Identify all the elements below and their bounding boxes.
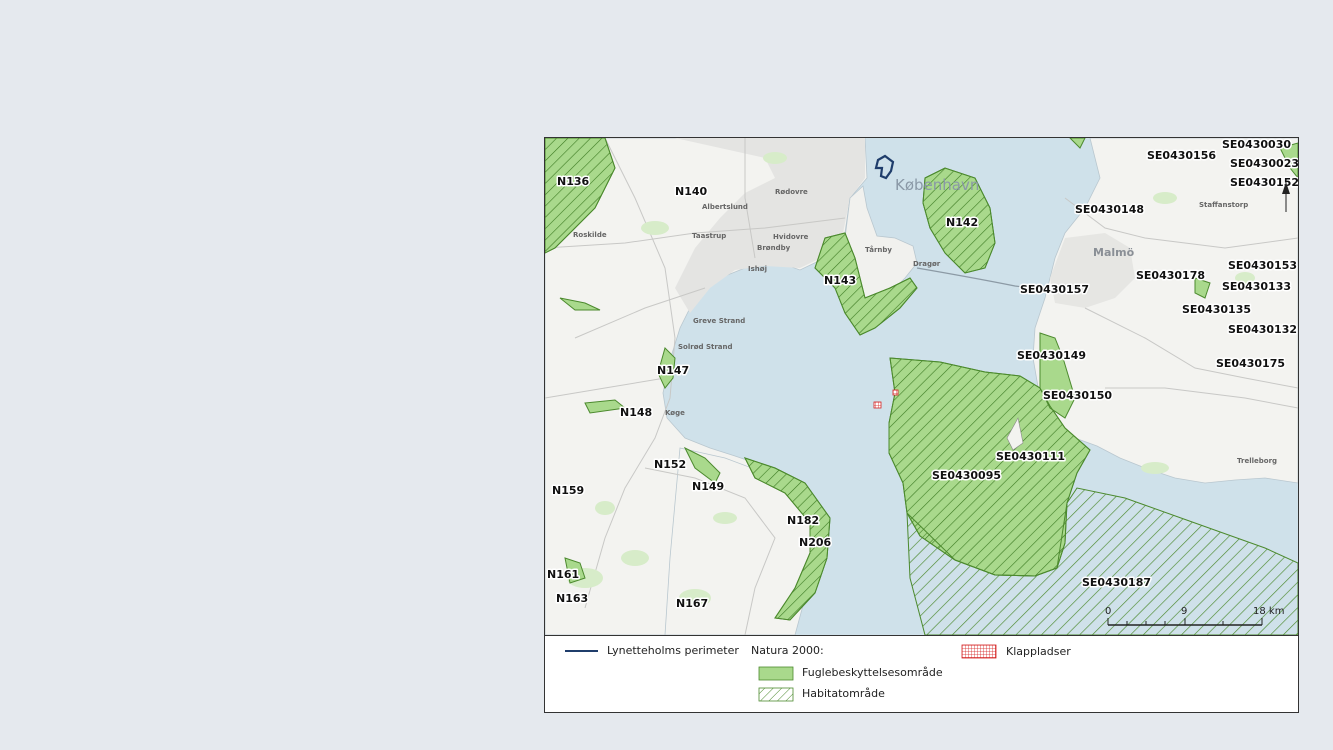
label-n142: N142 bbox=[946, 216, 978, 229]
place-albertslund: Albertslund bbox=[702, 203, 748, 211]
label-se0430157: SE0430157 bbox=[1020, 283, 1089, 296]
label-se0430150: SE0430150 bbox=[1043, 389, 1112, 402]
place-dragor: Dragør bbox=[913, 260, 941, 268]
label-n143: N143 bbox=[824, 274, 856, 287]
label-se0430133: SE0430133 bbox=[1222, 280, 1291, 293]
place-ishoj: Ishøj bbox=[748, 265, 767, 273]
dump-site-2 bbox=[892, 389, 899, 396]
label-n152: N152 bbox=[654, 458, 686, 471]
place-tarnby: Tårnby bbox=[865, 245, 892, 254]
legend-habitat-symbol bbox=[758, 687, 794, 702]
label-se0430132: SE0430132 bbox=[1228, 323, 1297, 336]
place-copenhagen: København bbox=[895, 176, 979, 194]
scale-tick-9: 9 bbox=[1181, 606, 1187, 617]
legend-dump-site-symbol bbox=[961, 644, 997, 659]
place-brondby: Brøndby bbox=[757, 244, 791, 252]
place-greve: Greve Strand bbox=[693, 317, 745, 325]
legend-perimeter-label: Lynetteholms perimeter bbox=[607, 644, 739, 657]
label-se0430135: SE0430135 bbox=[1182, 303, 1251, 316]
place-hvidovre: Hvidovre bbox=[773, 233, 809, 241]
label-se0430178: SE0430178 bbox=[1136, 269, 1205, 282]
label-se0430149: SE0430149 bbox=[1017, 349, 1086, 362]
label-n163: N163 bbox=[556, 592, 588, 605]
label-se0430148: SE0430148 bbox=[1075, 203, 1144, 216]
label-se0430153: SE0430153 bbox=[1228, 259, 1297, 272]
place-koge: Køge bbox=[665, 409, 685, 417]
legend-dump-sites-label: Klappladser bbox=[1006, 645, 1071, 658]
label-n136: N136 bbox=[557, 175, 590, 188]
label-n167: N167 bbox=[676, 597, 708, 610]
label-se0430175: SE0430175 bbox=[1216, 357, 1285, 370]
map-legend: Lynetteholms perimeter Natura 2000: Fugl… bbox=[545, 635, 1298, 712]
place-solrod: Solrød Strand bbox=[678, 343, 733, 351]
label-n182: N182 bbox=[787, 514, 819, 527]
label-n159: N159 bbox=[552, 484, 584, 497]
legend-natura-title: Natura 2000: bbox=[751, 644, 824, 657]
label-se0430156: SE0430156 bbox=[1147, 149, 1216, 162]
label-n149: N149 bbox=[692, 480, 724, 493]
label-se0430023: SE0430023 bbox=[1230, 157, 1298, 170]
place-staffanstorp: Staffanstorp bbox=[1199, 201, 1248, 209]
map-panel: København Malmö Greve Strand Solrød Stra… bbox=[544, 137, 1299, 713]
label-se0430111: SE0430111 bbox=[996, 450, 1065, 463]
scale-tick-18: 18 km bbox=[1253, 606, 1284, 617]
label-se0430152: SE0430152 bbox=[1230, 176, 1298, 189]
scale-tick-0: 0 bbox=[1105, 606, 1111, 617]
legend-bird-area-symbol bbox=[758, 666, 794, 681]
place-malmo: Malmö bbox=[1093, 246, 1135, 259]
label-se0430095: SE0430095 bbox=[932, 469, 1001, 482]
label-n140: N140 bbox=[675, 185, 708, 198]
label-se0430187: SE0430187 bbox=[1082, 576, 1151, 589]
label-n147: N147 bbox=[657, 364, 689, 377]
place-trelleborg: Trelleborg bbox=[1237, 457, 1277, 465]
map-canvas: København Malmö Greve Strand Solrød Stra… bbox=[545, 138, 1298, 635]
place-rodovre: Rødovre bbox=[775, 188, 808, 196]
legend-habitat-label: Habitatområde bbox=[802, 687, 885, 700]
label-n161: N161 bbox=[547, 568, 579, 581]
label-se0430030: SE0430030 bbox=[1222, 138, 1291, 151]
place-taastrup: Taastrup bbox=[692, 232, 726, 240]
label-n148: N148 bbox=[620, 406, 652, 419]
label-n206: N206 bbox=[799, 536, 832, 549]
dump-site-1 bbox=[873, 401, 882, 409]
legend-bird-area-label: Fuglebeskyttelsesområde bbox=[802, 666, 943, 679]
place-roskilde: Roskilde bbox=[573, 231, 607, 239]
